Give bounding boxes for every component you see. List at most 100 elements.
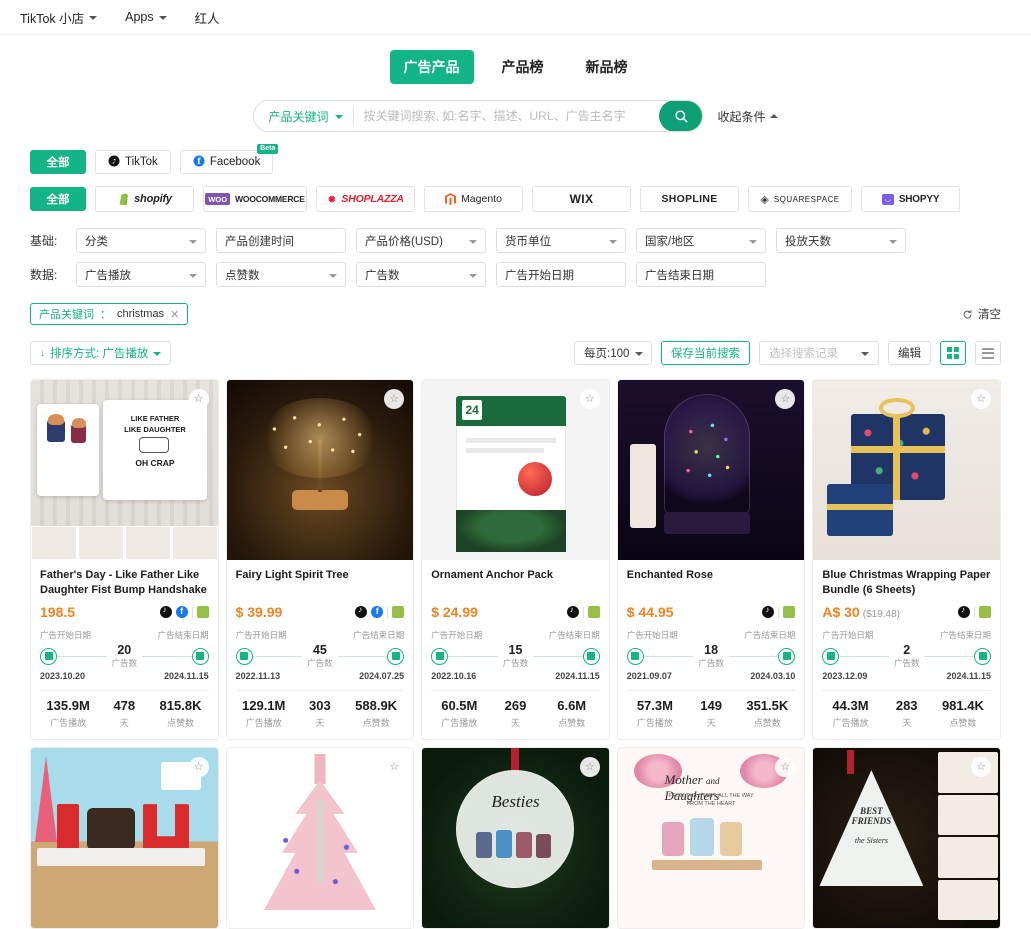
shopify-icon (979, 606, 991, 618)
platform-filter-woocommerce[interactable]: WOO WOOCOMMERCE (203, 186, 307, 212)
tab-product-ranking[interactable]: 产品榜 (488, 50, 558, 84)
search-scope-select[interactable]: 产品关键词 (254, 108, 352, 125)
edit-button[interactable]: 编辑 (888, 341, 931, 365)
filter-ad-views[interactable]: 广告播放 (76, 262, 206, 287)
product-stats: 135.9M 广告播放 478 天 815.8K 点赞数 (40, 698, 209, 729)
list-view-button[interactable] (975, 341, 1001, 365)
product-image[interactable]: Mother and Daughters FROM THE START, ALL… (617, 748, 805, 929)
nav-item-label: 红人 (194, 11, 220, 26)
platform-filter-wix[interactable]: WIX (532, 186, 631, 212)
product-image[interactable]: ☆ (31, 748, 218, 929)
product-card[interactable]: 24 ☆ Ornament Anchor Pack $ 24.99 广告 (421, 379, 610, 741)
collapse-filters-button[interactable]: 收起条件 (717, 108, 778, 125)
filter-running-days[interactable]: 投放天数 (776, 228, 906, 253)
save-search-button[interactable]: 保存当前搜索 (661, 341, 750, 365)
stat-value: 269 (504, 698, 527, 714)
stat-value: 60.5M (441, 698, 478, 714)
filter-product-price[interactable]: 产品价格(USD) (356, 228, 486, 253)
ad-end-date: 2024.11.15 (555, 671, 600, 682)
product-image[interactable]: ☆ (226, 380, 414, 560)
timeline-start-node (40, 647, 57, 665)
platform-filter-all[interactable]: 全部 (30, 187, 86, 211)
favorite-button[interactable]: ☆ (971, 757, 991, 778)
product-illustration: Besties (422, 748, 609, 929)
close-icon[interactable]: ✕ (170, 308, 179, 321)
timeline-end-node (974, 647, 991, 665)
stat-views: 57.3M 广告播放 (627, 698, 683, 729)
product-title: Fairy Light Spirit Tree (235, 569, 349, 581)
tiktok-icon (159, 605, 172, 618)
platform-filter-magento[interactable]: Magento (424, 186, 523, 212)
filter-product-create-time[interactable]: 产品创建时间 (216, 228, 346, 253)
search-input[interactable] (353, 101, 660, 131)
stat-label: 天 (119, 718, 129, 729)
platform-label: SHOPLAZZA (341, 193, 404, 205)
filter-category[interactable]: 分类 (76, 228, 206, 253)
platform-filter-shopline[interactable]: SHOPLINE (640, 186, 739, 212)
channel-filter-tiktok[interactable]: ♪ TikTok (95, 150, 171, 174)
stat-value: 44.3M (832, 698, 869, 714)
stat-views: 44.3M 广告播放 (822, 698, 878, 729)
favorite-button[interactable]: ☆ (579, 757, 600, 778)
channel-filter-all[interactable]: 全部 (30, 150, 86, 174)
platform-filter-squarespace[interactable]: ◈ SQUARESPACE (748, 186, 852, 212)
tiktok-icon (958, 605, 970, 618)
product-card[interactable]: ☆ Enchanted Rose $ 44.95 广告开始日期 广告结束日期 (616, 379, 806, 741)
platform-filter-shopyy[interactable]: ◡ SHOPYY (861, 186, 960, 212)
tab-new-product-ranking[interactable]: 新品榜 (572, 50, 642, 84)
product-card[interactable]: Mother and Daughters FROM THE START, ALL… (616, 747, 806, 929)
favorite-button[interactable]: ☆ (188, 389, 209, 409)
product-card[interactable]: BEST FRIENDS the Sisters ☆ (812, 747, 1001, 929)
product-image[interactable]: BEST FRIENDS the Sisters ☆ (813, 748, 1000, 929)
filter-ad-count[interactable]: 广告数 (356, 262, 486, 287)
tab-ad-products[interactable]: 广告产品 (389, 50, 474, 84)
filter-currency[interactable]: 货币单位 (496, 228, 626, 253)
nav-item-tiktok-shop[interactable]: TikTok 小店 (6, 0, 111, 35)
product-image[interactable]: ☆ (813, 380, 1000, 560)
filter-ad-start-date[interactable]: 广告开始日期 (496, 262, 626, 287)
product-image[interactable]: Besties ☆ (422, 748, 609, 929)
timeline-end-node (582, 647, 600, 665)
end-date-label: 广告结束日期 (744, 630, 796, 640)
timeline-start-node (235, 647, 253, 665)
product-card[interactable]: Besties ☆ (421, 747, 610, 929)
ad-start-date: 2022.11.13 (235, 671, 281, 682)
filter-value: 广告开始日期 (505, 269, 574, 282)
svg-text:f: f (197, 156, 201, 166)
product-image[interactable]: ☆ (226, 748, 414, 929)
favorite-button[interactable]: ☆ (971, 389, 991, 409)
timeline-line (533, 655, 583, 657)
product-card[interactable]: LIKE FATHER LIKE DAUGHTER OH CRAP ☆ Fath… (30, 379, 219, 741)
stat-label: 天 (706, 718, 716, 729)
product-card[interactable]: ☆ Fairy Light Spirit Tree $ 39.99 广告开始日期… (225, 379, 415, 741)
active-filter-tag[interactable]: 产品关键词 ： christmas ✕ (30, 303, 189, 325)
search-button[interactable] (659, 101, 703, 131)
channel-filter-facebook[interactable]: f Facebook Beta (179, 144, 279, 174)
sort-button[interactable]: ↓ 排序方式: 广告播放 (30, 341, 172, 365)
search-record-select[interactable]: 选择搜索记录 (759, 341, 879, 365)
filter-country-region[interactable]: 国家/地区 (636, 228, 766, 253)
stat-days: 283 天 (879, 698, 935, 729)
product-card[interactable]: ☆ (30, 747, 219, 929)
product-card[interactable]: ☆ (225, 747, 415, 929)
page-size-select[interactable]: 每页:100 (574, 341, 652, 365)
stat-likes: 981.4K 点赞数 (935, 698, 991, 729)
filter-likes[interactable]: 点赞数 (216, 262, 346, 287)
nav-item-influencer[interactable]: 红人 (181, 0, 234, 35)
filter-ad-end-date[interactable]: 广告结束日期 (636, 262, 766, 287)
search-icon (675, 109, 688, 122)
clear-filters-button[interactable]: 清空 (962, 306, 1001, 322)
woocommerce-logo: WOO (205, 193, 231, 205)
platform-filter-shopify[interactable]: shopify (95, 186, 194, 212)
channel-label: TikTok (125, 156, 158, 168)
product-stats: 44.3M 广告播放 283 天 981.4K 点赞数 (822, 698, 991, 729)
platform-filter-shoplazza[interactable]: ✹ SHOPLAZZA (316, 186, 415, 212)
product-image[interactable]: 24 ☆ (422, 380, 609, 560)
grid-view-button[interactable] (940, 341, 966, 365)
product-image[interactable]: LIKE FATHER LIKE DAUGHTER OH CRAP ☆ (31, 380, 218, 560)
favorite-button[interactable]: ☆ (579, 389, 600, 409)
product-image[interactable]: ☆ (617, 380, 805, 560)
favorite-button[interactable]: ☆ (188, 757, 209, 778)
nav-item-apps[interactable]: Apps (111, 0, 181, 35)
product-card[interactable]: ☆ Blue Christmas Wrapping Paper Bundle (… (812, 379, 1001, 741)
